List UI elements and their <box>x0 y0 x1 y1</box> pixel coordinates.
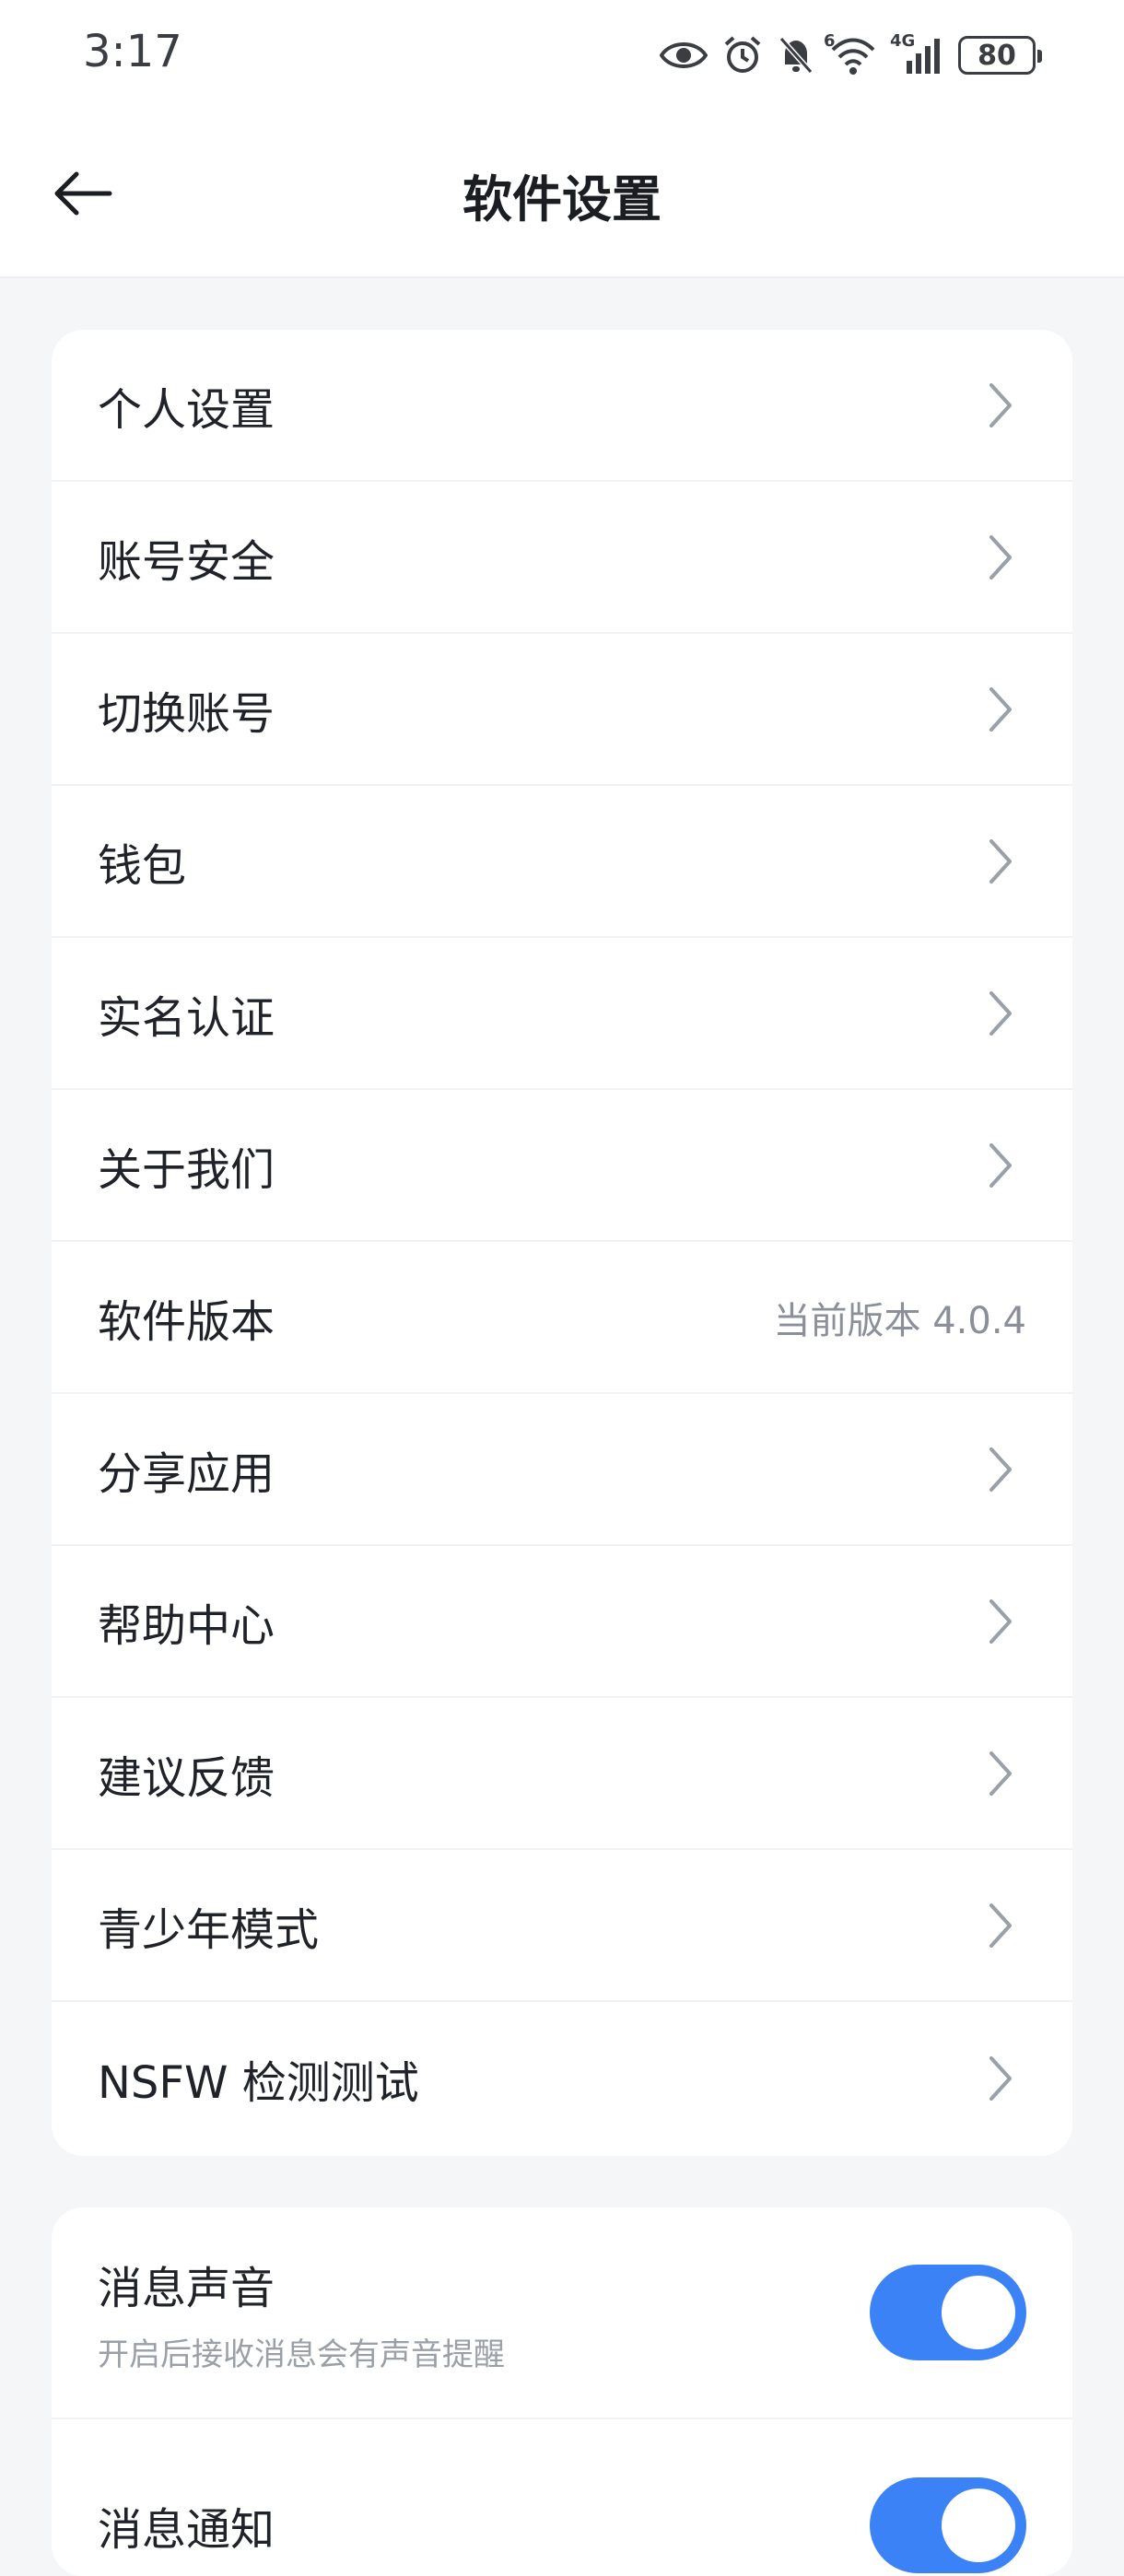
alarm-icon <box>722 35 763 76</box>
wifi-badge: 6 <box>824 31 836 51</box>
switch-description: 开启后接收消息会有声音提醒 <box>98 2336 505 2373</box>
app-header: 软件设置 <box>0 111 1124 278</box>
message-sound-row: 消息声音 开启后接收消息会有声音提醒 <box>52 2207 1072 2419</box>
menu-item-share-app[interactable]: 分享应用 <box>52 1394 1072 1546</box>
network-type: 4G <box>890 31 916 51</box>
menu-item-label: NSFW 检测测试 <box>98 2056 419 2109</box>
menu-item-label: 关于我们 <box>98 1143 275 1196</box>
wifi-icon: 6 <box>824 31 877 76</box>
menu-item-label: 实名认证 <box>98 991 275 1044</box>
menu-item-label: 账号安全 <box>98 535 275 588</box>
chevron-right-icon <box>989 382 1012 427</box>
chevron-right-icon <box>989 1903 1012 1948</box>
version-value: 当前版本 4.0.4 <box>773 1299 1027 1342</box>
chevron-right-icon <box>989 1142 1012 1188</box>
message-notification-toggle[interactable] <box>870 2477 1026 2573</box>
toggle-knob <box>942 2488 1015 2562</box>
menu-item-label: 软件版本 <box>98 1295 275 1348</box>
notification-settings: 消息声音 开启后接收消息会有声音提醒 消息通知 <box>52 2207 1072 2576</box>
status-bar: 3:17 6 4G 80 <box>0 0 1124 111</box>
message-sound-toggle[interactable] <box>870 2265 1026 2360</box>
menu-item-label: 分享应用 <box>98 1447 275 1500</box>
switch-text: 消息通知 <box>98 2493 870 2558</box>
menu-item-label: 帮助中心 <box>98 1599 275 1652</box>
switch-title: 消息声音 <box>98 2262 275 2314</box>
menu-item-switch-account[interactable]: 切换账号 <box>52 634 1072 786</box>
switch-title: 消息通知 <box>98 2504 275 2556</box>
bell-off-icon <box>778 35 814 76</box>
message-notification-row: 消息通知 <box>52 2419 1072 2576</box>
signal-icon: 4G <box>890 31 943 76</box>
menu-item-personal-settings[interactable]: 个人设置 <box>52 330 1072 482</box>
chevron-right-icon <box>989 2055 1012 2101</box>
chevron-right-icon <box>989 534 1012 580</box>
menu-item-teen-mode[interactable]: 青少年模式 <box>52 1850 1072 2002</box>
menu-item-feedback[interactable]: 建议反馈 <box>52 1698 1072 1850</box>
menu-item-label: 个人设置 <box>98 383 275 436</box>
menu-item-label: 切换账号 <box>98 687 275 740</box>
menu-item-help-center[interactable]: 帮助中心 <box>52 1546 1072 1698</box>
menu-item-wallet[interactable]: 钱包 <box>52 786 1072 938</box>
menu-item-account-security[interactable]: 账号安全 <box>52 482 1072 634</box>
chevron-right-icon <box>989 838 1012 884</box>
menu-item-label: 建议反馈 <box>98 1751 275 1804</box>
switch-text: 消息声音 开启后接收消息会有声音提醒 <box>98 2252 870 2374</box>
menu-item-label: 青少年模式 <box>98 1903 320 1956</box>
menu-item-software-version[interactable]: 软件版本 当前版本 4.0.4 <box>52 1242 1072 1394</box>
status-icons: 6 4G 80 <box>660 28 1042 83</box>
chevron-right-icon <box>989 686 1012 732</box>
battery-indicator: 80 <box>958 36 1042 75</box>
chevron-right-icon <box>989 1446 1012 1492</box>
settings-list: 个人设置 账号安全 切换账号 钱包 实名认证 关于我们 软件版本 当前版本 4.… <box>52 330 1072 2156</box>
page-title: 软件设置 <box>462 170 662 228</box>
menu-item-real-name-verification[interactable]: 实名认证 <box>52 938 1072 1090</box>
menu-item-nsfw-test[interactable]: NSFW 检测测试 <box>52 2002 1072 2154</box>
eye-icon <box>660 39 708 72</box>
chevron-right-icon <box>989 1751 1012 1796</box>
toggle-knob <box>942 2276 1015 2349</box>
menu-item-label: 钱包 <box>98 839 187 892</box>
battery-level: 80 <box>978 39 1016 72</box>
chevron-right-icon <box>989 990 1012 1036</box>
status-time: 3:17 <box>83 26 182 77</box>
menu-item-about-us[interactable]: 关于我们 <box>52 1090 1072 1242</box>
chevron-right-icon <box>989 1598 1012 1644</box>
